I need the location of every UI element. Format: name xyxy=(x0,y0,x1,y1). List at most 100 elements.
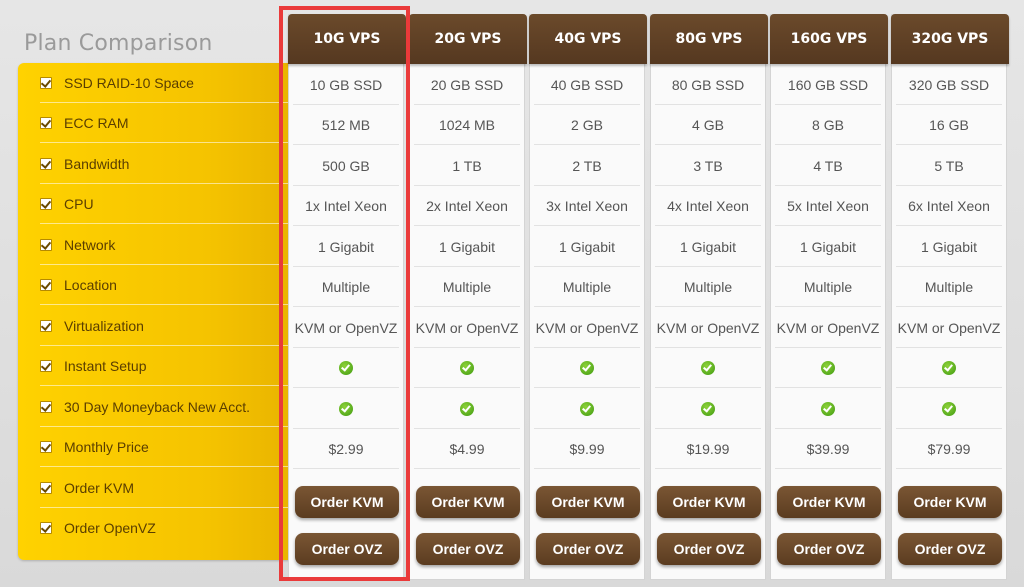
plan-cell-cpu: 4x Intel Xeon xyxy=(655,186,761,226)
plan-cell-virtualization: KVM or OpenVZ xyxy=(655,308,761,348)
feature-row-moneyback: 30 Day Moneyback New Acct. xyxy=(40,387,290,427)
plan-cell-ssd: 160 GB SSD xyxy=(775,65,881,105)
feature-row-virtualization: Virtualization xyxy=(40,306,290,346)
check-circle-icon xyxy=(460,360,474,375)
check-circle-icon xyxy=(580,360,594,375)
plan-cell-moneyback xyxy=(534,389,640,429)
plan-cell-bandwidth: 4 TB xyxy=(775,146,881,186)
checkbox-icon xyxy=(40,359,52,372)
order-kvm-button[interactable]: Order KVM xyxy=(657,486,761,518)
plan-cell-instant-setup xyxy=(896,348,1002,388)
plan-cell-ram: 16 GB xyxy=(896,105,1002,145)
plan-header: 320G VPS xyxy=(891,14,1009,64)
plan-cell-ram: 4 GB xyxy=(655,105,761,145)
feature-row-ssd: SSD RAID-10 Space xyxy=(40,63,290,103)
check-circle-icon xyxy=(701,401,715,416)
plan-cell-ram: 512 MB xyxy=(293,105,399,145)
plan-cell-instant-setup xyxy=(775,348,881,388)
check-circle-icon xyxy=(821,401,835,416)
plan-cell-price: $39.99 xyxy=(775,429,881,469)
plan-column-80g: 80G VPS 80 GB SSD 4 GB 3 TB 4x Intel Xeo… xyxy=(650,14,768,580)
feature-label: Order OpenVZ xyxy=(64,520,156,536)
check-circle-icon xyxy=(580,401,594,416)
plan-cell-moneyback xyxy=(655,389,761,429)
feature-row-cpu: CPU xyxy=(40,184,290,224)
check-circle-icon xyxy=(701,360,715,375)
feature-label: Order KVM xyxy=(64,479,135,496)
plan-cell-cpu: 2x Intel Xeon xyxy=(414,186,520,226)
checkbox-icon xyxy=(40,157,52,170)
checkbox-icon xyxy=(40,440,52,453)
plan-header: 40G VPS xyxy=(529,14,647,64)
plan-cell-ram: 8 GB xyxy=(775,105,881,145)
checkbox-icon xyxy=(40,76,52,89)
plan-column-20g: 20G VPS 20 GB SSD 1024 MB 1 TB 2x Intel … xyxy=(409,14,527,580)
feature-label: SSD RAID-10 Space xyxy=(64,74,194,91)
feature-label: ECC RAM xyxy=(64,114,129,131)
plan-cell-moneyback xyxy=(775,389,881,429)
plan-cell-location: Multiple xyxy=(896,267,1002,307)
plan-cell-instant-setup xyxy=(293,348,399,388)
plan-cell-cpu: 1x Intel Xeon xyxy=(293,186,399,226)
plan-cell-cpu: 3x Intel Xeon xyxy=(534,186,640,226)
check-circle-icon xyxy=(821,360,835,375)
feature-label: CPU xyxy=(64,195,94,212)
plan-cell-moneyback xyxy=(414,389,520,429)
checkbox-icon xyxy=(40,197,52,210)
plan-cell-instant-setup xyxy=(655,348,761,388)
plan-cell-ssd: 80 GB SSD xyxy=(655,65,761,105)
feature-row-monthly-price: Monthly Price xyxy=(40,427,290,467)
plan-cell-location: Multiple xyxy=(655,267,761,307)
plan-cell-virtualization: KVM or OpenVZ xyxy=(414,308,520,348)
plan-cell-instant-setup xyxy=(414,348,520,388)
plan-cell-instant-setup xyxy=(534,348,640,388)
plan-header: 10G VPS xyxy=(288,14,406,64)
feature-row-ram: ECC RAM xyxy=(40,103,290,143)
plan-cell-virtualization: KVM or OpenVZ xyxy=(896,308,1002,348)
plan-cell-bandwidth: 2 TB xyxy=(534,146,640,186)
checkbox-icon xyxy=(40,278,52,291)
plan-cell-network: 1 Gigabit xyxy=(775,227,881,267)
plan-cell-location: Multiple xyxy=(534,267,640,307)
checkbox-icon xyxy=(40,116,52,129)
plan-cell-location: Multiple xyxy=(293,267,399,307)
plan-cell-price: $4.99 xyxy=(414,429,520,469)
order-ovz-button[interactable]: Order OVZ xyxy=(777,533,881,565)
feature-row-location: Location xyxy=(40,265,290,305)
plan-cell-ram: 2 GB xyxy=(534,105,640,145)
checkbox-icon xyxy=(40,319,52,332)
order-ovz-button[interactable]: Order OVZ xyxy=(657,533,761,565)
plan-column-10g: 10G VPS 10 GB SSD 512 MB 500 GB 1x Intel… xyxy=(288,14,406,580)
feature-row-instant-setup: Instant Setup xyxy=(40,346,290,386)
order-ovz-button[interactable]: Order OVZ xyxy=(898,533,1002,565)
order-kvm-button[interactable]: Order KVM xyxy=(898,486,1002,518)
order-ovz-button[interactable]: Order OVZ xyxy=(416,533,520,565)
feature-label: 30 Day Moneyback New Acct. xyxy=(64,398,250,415)
plan-cell-moneyback xyxy=(896,389,1002,429)
feature-row-network: Network xyxy=(40,225,290,265)
plan-cell-bandwidth: 5 TB xyxy=(896,146,1002,186)
checkbox-icon xyxy=(40,238,52,251)
plan-column-160g: 160G VPS 160 GB SSD 8 GB 4 TB 5x Intel X… xyxy=(770,14,888,580)
plan-cell-network: 1 Gigabit xyxy=(655,227,761,267)
feature-label: Location xyxy=(64,276,117,293)
plan-cell-cpu: 6x Intel Xeon xyxy=(896,186,1002,226)
check-circle-icon xyxy=(942,401,956,416)
plan-cell-ssd: 40 GB SSD xyxy=(534,65,640,105)
order-kvm-button[interactable]: Order KVM xyxy=(777,486,881,518)
plan-cell-virtualization: KVM or OpenVZ xyxy=(534,308,640,348)
order-ovz-button[interactable]: Order OVZ xyxy=(536,533,640,565)
check-circle-icon xyxy=(339,360,353,375)
plan-cell-network: 1 Gigabit xyxy=(414,227,520,267)
plan-header: 20G VPS xyxy=(409,14,527,64)
check-circle-icon xyxy=(942,360,956,375)
checkbox-icon xyxy=(40,481,52,494)
plan-cell-ram: 1024 MB xyxy=(414,105,520,145)
plan-cell-location: Multiple xyxy=(414,267,520,307)
order-kvm-button[interactable]: Order KVM xyxy=(416,486,520,518)
plan-cell-bandwidth: 500 GB xyxy=(293,146,399,186)
order-ovz-button[interactable]: Order OVZ xyxy=(295,533,399,565)
order-kvm-button[interactable]: Order KVM xyxy=(295,486,399,518)
order-kvm-button[interactable]: Order KVM xyxy=(536,486,640,518)
feature-label: Virtualization xyxy=(64,317,144,334)
